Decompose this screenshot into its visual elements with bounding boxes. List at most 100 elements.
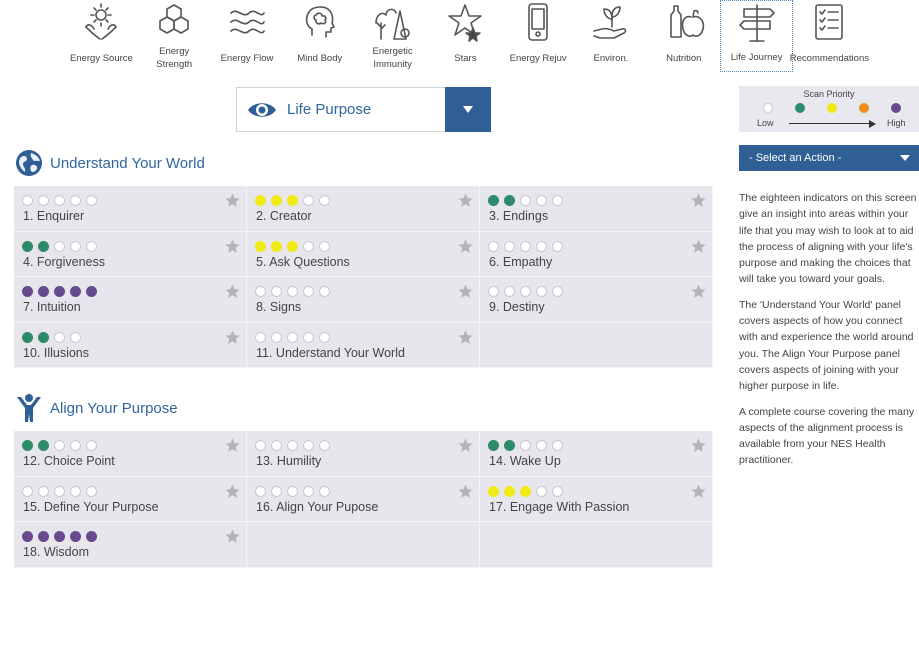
energy-strength-icon — [152, 0, 196, 44]
indicator-cell[interactable]: 7. Intuition — [14, 277, 247, 323]
priority-dot-empty — [504, 286, 515, 297]
nav-item-energy-flow[interactable]: Energy Flow — [211, 0, 284, 72]
globe-icon — [14, 148, 44, 178]
indicator-label: 14. Wake Up — [489, 454, 561, 468]
indicator-label: 3. Endings — [489, 209, 549, 223]
indicator-cell[interactable]: 16. Align Your Pupose — [247, 476, 480, 522]
star-icon[interactable] — [690, 238, 707, 255]
star-icon[interactable] — [224, 329, 241, 346]
priority-dot-empty — [536, 195, 547, 206]
priority-dot-empty — [520, 286, 531, 297]
priority-dots — [255, 485, 330, 497]
star-icon[interactable] — [224, 192, 241, 209]
nav-item-stars[interactable]: Stars — [429, 0, 502, 72]
nav-item-energy-source[interactable]: Energy Source — [65, 0, 138, 72]
priority-dot-empty — [54, 331, 65, 343]
priority-dot-filled — [22, 531, 33, 542]
indicator-cell[interactable]: 11. Understand Your World — [247, 322, 480, 368]
star-icon[interactable] — [224, 283, 241, 300]
priority-dot-filled — [86, 531, 97, 542]
star-icon[interactable] — [457, 192, 474, 209]
star-icon[interactable] — [224, 238, 241, 255]
star-icon[interactable] — [690, 437, 707, 454]
nav-item-label: Recommendations — [789, 52, 869, 64]
eye-icon — [237, 99, 287, 121]
star-icon[interactable] — [690, 192, 707, 209]
indicator-cell[interactable]: 2. Creator — [247, 186, 480, 232]
priority-dot-empty — [520, 195, 531, 206]
priority-dot-filled — [70, 531, 81, 542]
star-icon[interactable] — [224, 528, 241, 545]
priority-dots — [255, 240, 330, 252]
nav-item-signpost[interactable]: Life Journey — [720, 0, 793, 72]
priority-dots — [255, 331, 330, 343]
priority-dot-filled — [22, 286, 33, 297]
star-icon[interactable] — [457, 329, 474, 346]
energetic-immunity-icon — [371, 0, 415, 44]
nav-item-label: Nutrition — [666, 52, 702, 64]
indicator-cell[interactable]: 15. Define Your Purpose — [14, 476, 247, 522]
indicator-cell[interactable]: 9. Destiny — [480, 277, 713, 323]
dropdown-arrow-button[interactable] — [445, 87, 491, 132]
priority-dots — [255, 286, 330, 297]
star-icon[interactable] — [457, 283, 474, 300]
priority-dot-filled — [38, 531, 49, 542]
indicator-cell[interactable]: 18. Wisdom — [14, 522, 247, 568]
indicator-grid-understand-your-world: 1. Enquirer 2. Creator 3. Endings 4. Forgiv… — [14, 186, 713, 368]
indicator-cell[interactable]: 1. Enquirer — [14, 186, 247, 232]
indicator-cell[interactable]: 10. Illusions — [14, 322, 247, 368]
indicator-cell[interactable]: 17. Engage With Passion — [480, 476, 713, 522]
indicator-cell[interactable]: 13. Humility — [247, 431, 480, 477]
nav-item-mind-body[interactable]: Mind Body — [283, 0, 356, 72]
star-icon[interactable] — [457, 238, 474, 255]
priority-dot-filled — [488, 485, 499, 497]
nav-item-energetic-immunity[interactable]: Energetic Immunity — [356, 0, 429, 72]
indicator-cell[interactable]: 4. Forgiveness — [14, 231, 247, 277]
indicator-cell[interactable]: 6. Empathy — [480, 231, 713, 277]
priority-dot-filled — [255, 195, 266, 206]
checklist-icon — [807, 0, 851, 44]
priority-dot-filled — [287, 240, 298, 252]
chevron-down-icon — [900, 155, 910, 161]
priority-dot-empty — [319, 240, 330, 252]
nav-item-hand-plant[interactable]: Environ. — [575, 0, 648, 72]
legend-arrow-line — [789, 123, 871, 124]
star-icon[interactable] — [457, 437, 474, 454]
priority-dot-empty — [255, 485, 266, 497]
star-icon[interactable] — [224, 483, 241, 500]
indicator-label: 13. Humility — [256, 454, 322, 468]
priority-dot-empty — [319, 195, 330, 206]
indicator-cell[interactable]: 14. Wake Up — [480, 431, 713, 477]
nav-item-phone[interactable]: Energy Rejuv — [502, 0, 575, 72]
empty-cell — [247, 522, 480, 568]
priority-dot-empty — [38, 485, 49, 497]
priority-dots — [22, 195, 97, 206]
star-icon[interactable] — [224, 437, 241, 454]
person-arms-up-icon — [14, 393, 44, 423]
action-dropdown[interactable]: - Select an Action - — [739, 145, 919, 171]
arrow-right-icon — [869, 119, 876, 128]
indicator-label: 5. Ask Questions — [256, 254, 350, 269]
nav-item-energy-strength[interactable]: Energy Strength — [138, 0, 211, 72]
priority-dot-empty — [54, 440, 65, 451]
indicator-cell[interactable]: 12. Choice Point — [14, 431, 247, 477]
star-icon[interactable] — [690, 483, 707, 500]
star-icon[interactable] — [457, 483, 474, 500]
nav-item-label: Energetic Immunity — [372, 46, 413, 70]
group-title: Align Your Purpose — [50, 399, 178, 417]
nav-item-label: Energy Source — [69, 52, 133, 64]
priority-dots — [22, 286, 97, 297]
priority-dot-empty — [552, 440, 563, 451]
priority-dots — [22, 331, 81, 343]
section-dropdown[interactable]: Life Purpose — [236, 87, 491, 132]
nav-item-checklist[interactable]: Recommendations — [789, 0, 869, 72]
indicator-cell[interactable]: 3. Endings — [480, 186, 713, 232]
indicator-cell[interactable]: 5. Ask Questions — [247, 231, 480, 277]
indicator-cell[interactable]: 8. Signs — [247, 277, 480, 323]
star-icon[interactable] — [690, 283, 707, 300]
nav-item-nutrition[interactable]: Nutrition — [647, 0, 720, 72]
priority-dot-filled — [86, 286, 97, 297]
nav-item-label: Stars — [454, 52, 477, 64]
priority-dot-empty — [86, 485, 97, 497]
